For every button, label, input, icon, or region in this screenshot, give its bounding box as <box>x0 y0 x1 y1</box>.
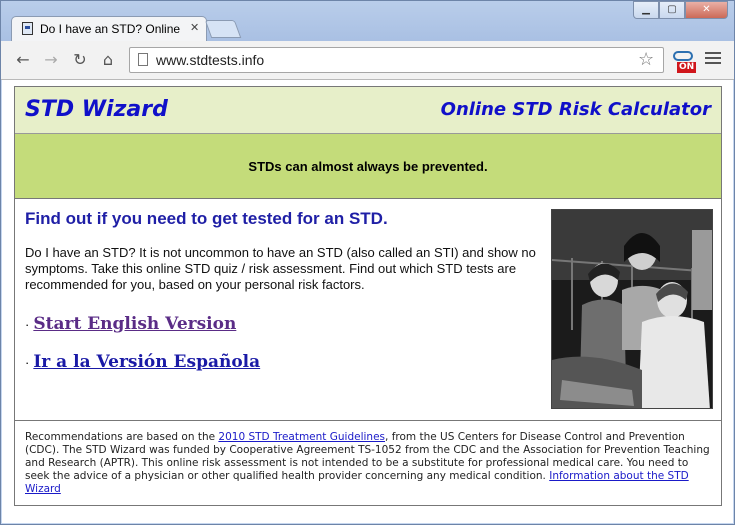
page-icon <box>138 53 148 66</box>
tab-close-icon[interactable]: ✕ <box>190 21 199 34</box>
page-viewport: STD Wizard Online STD Risk Calculator ST… <box>2 80 733 523</box>
forward-arrow-icon[interactable]: → <box>41 50 61 69</box>
footer-text: Recommendations are based on the 2010 ST… <box>25 431 715 496</box>
site-subtitle: Online STD Risk Calculator <box>440 99 711 120</box>
close-window-button[interactable]: ✕ <box>685 1 728 19</box>
url-text[interactable]: www.stdtests.info <box>156 52 264 68</box>
bullet: · <box>25 355 30 370</box>
browser-toolbar: ← → ↻ ⌂ www.stdtests.info ☆ ON <box>1 41 734 80</box>
footer-text-start: Recommendations are based on the <box>25 431 219 443</box>
tab-title: Do I have an STD? Online <box>40 22 181 36</box>
start-english-link[interactable]: Start English Version <box>33 314 236 334</box>
main-content: Find out if you need to get tested for a… <box>15 199 721 419</box>
page-footer: Recommendations are based on the 2010 ST… <box>15 420 721 506</box>
teens-photo-image <box>552 210 712 408</box>
browser-tab[interactable]: Do I have an STD? Online ✕ <box>11 16 207 42</box>
bookmark-star-icon[interactable]: ☆ <box>638 49 654 70</box>
new-tab-button[interactable] <box>204 20 242 38</box>
bullet: · <box>25 317 30 332</box>
teens-photo <box>551 209 713 409</box>
intro-paragraph: Do I have an STD? It is not uncommon to … <box>25 245 536 292</box>
treatment-guidelines-link[interactable]: 2010 STD Treatment Guidelines <box>218 431 385 443</box>
english-link-line: · Start English Version <box>25 314 236 334</box>
banner-text: STDs can almost always be prevented. <box>248 159 488 174</box>
tab-strip: Do I have an STD? Online ✕ ▁ ▢ ✕ <box>1 1 734 42</box>
reload-icon[interactable]: ↻ <box>70 50 90 69</box>
extension-pill-icon <box>673 51 693 61</box>
menu-hamburger-icon[interactable] <box>705 52 721 67</box>
back-arrow-icon[interactable]: ← <box>13 50 33 69</box>
extension-badge: ON <box>677 62 697 73</box>
site-title: STD Wizard <box>25 97 168 122</box>
browser-window: Do I have an STD? Online ✕ ▁ ▢ ✕ ← → ↻ ⌂… <box>0 0 735 525</box>
extension-icon[interactable]: ON <box>673 49 697 73</box>
page-favicon-icon <box>22 22 33 35</box>
home-icon[interactable]: ⌂ <box>98 50 118 69</box>
prevention-banner: STDs can almost always be prevented. <box>15 134 721 199</box>
spanish-link-line: · Ir a la Versión Española <box>25 352 260 372</box>
minimize-button[interactable]: ▁ <box>633 1 659 19</box>
page-container: STD Wizard Online STD Risk Calculator ST… <box>14 86 722 506</box>
maximize-button[interactable]: ▢ <box>659 1 685 19</box>
page-heading: Find out if you need to get tested for a… <box>25 209 388 228</box>
spanish-version-link[interactable]: Ir a la Versión Española <box>33 352 260 372</box>
address-bar[interactable]: www.stdtests.info ☆ <box>129 47 664 73</box>
site-header: STD Wizard Online STD Risk Calculator <box>15 87 721 134</box>
